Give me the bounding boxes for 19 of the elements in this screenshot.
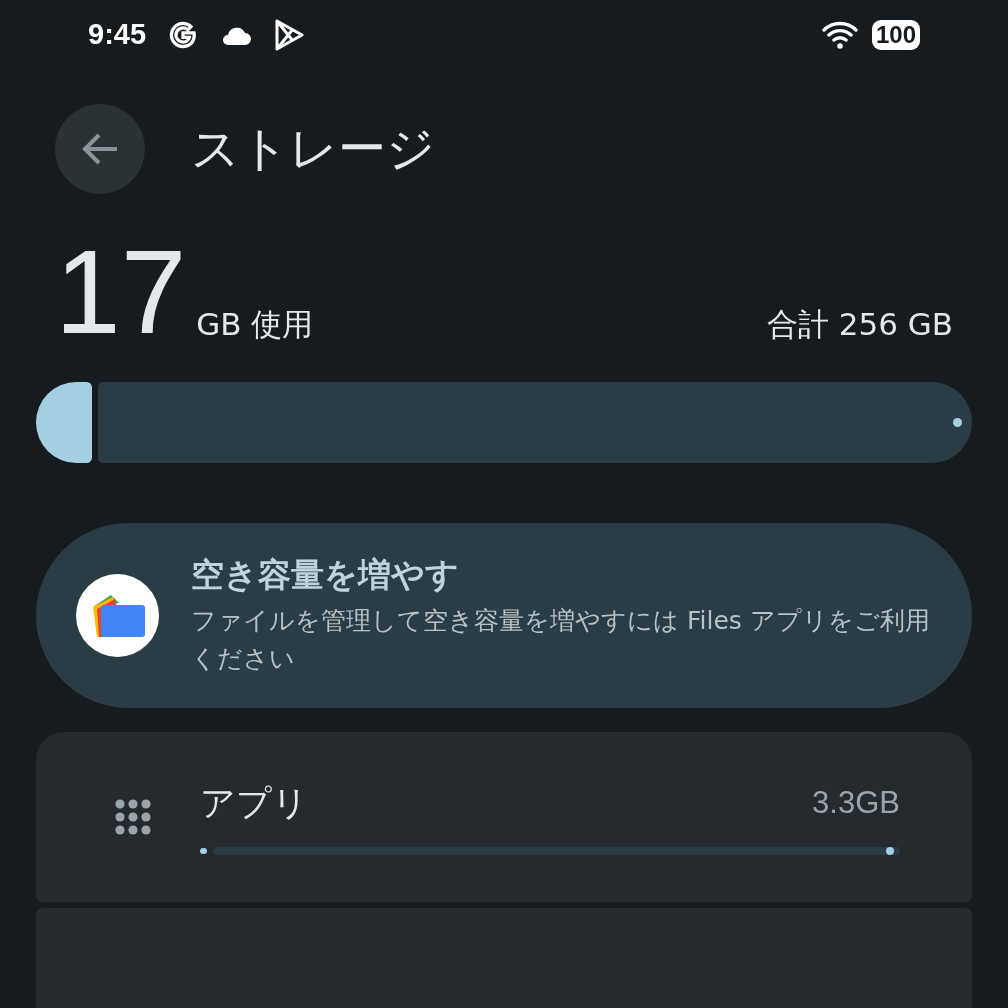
free-up-space-card[interactable]: 空き容量を増やす ファイルを管理して空き容量を増やすには Files アプリをご利用ください <box>36 523 972 708</box>
card-title: 空き容量を増やす <box>191 554 460 597</box>
used-unit: GB 使用 <box>196 304 314 344</box>
card-description: ファイルを管理して空き容量を増やすには Files アプリをご利用ください <box>191 605 931 676</box>
used-amount: 17 <box>55 241 187 342</box>
category-row[interactable]: アプリ 3.3GB <box>36 732 972 902</box>
app-grid-icon <box>114 798 152 836</box>
page-title: ストレージ <box>191 118 435 178</box>
play-triangle-icon <box>274 18 305 51</box>
category-name: アプリ <box>200 781 308 825</box>
bar-end-dot <box>886 846 894 855</box>
total-capacity: 合計 256 GB <box>766 304 953 344</box>
bar-end-dot <box>953 417 962 427</box>
wifi-icon <box>821 20 858 49</box>
category-size: 3.3GB <box>812 785 900 821</box>
back-arrow-icon <box>81 131 119 166</box>
google-g-icon <box>168 19 199 50</box>
battery-indicator: 100 <box>871 19 920 50</box>
status-time: 9:45 <box>88 18 147 52</box>
